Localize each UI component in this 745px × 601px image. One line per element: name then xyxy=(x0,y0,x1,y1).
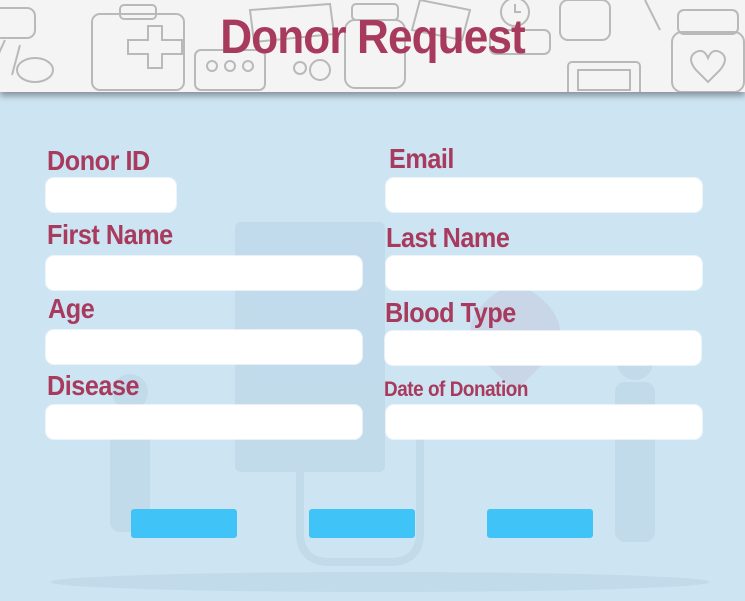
action-button-2[interactable] xyxy=(309,509,415,538)
donor-id-label: Donor ID xyxy=(47,145,150,176)
page-title: Donor Request xyxy=(220,11,525,64)
last-name-label: Last Name xyxy=(386,222,510,253)
email-input[interactable] xyxy=(386,178,702,212)
age-input[interactable] xyxy=(46,330,362,364)
date-of-donation-label: Date of Donation xyxy=(384,378,528,401)
donor-id-input[interactable] xyxy=(46,178,176,212)
action-button-1[interactable] xyxy=(131,509,237,538)
header-banner: Donor Request xyxy=(0,0,745,92)
last-name-input[interactable] xyxy=(386,256,702,290)
date-of-donation-input[interactable] xyxy=(386,405,702,439)
blood-type-input[interactable] xyxy=(385,331,701,365)
blood-type-label: Blood Type xyxy=(385,297,516,328)
disease-input[interactable] xyxy=(46,405,362,439)
disease-label: Disease xyxy=(47,370,140,401)
age-label: Age xyxy=(48,293,95,324)
action-button-3[interactable] xyxy=(487,509,593,538)
email-label: Email xyxy=(389,143,454,174)
first-name-input[interactable] xyxy=(46,256,362,290)
first-name-label: First Name xyxy=(47,219,173,250)
